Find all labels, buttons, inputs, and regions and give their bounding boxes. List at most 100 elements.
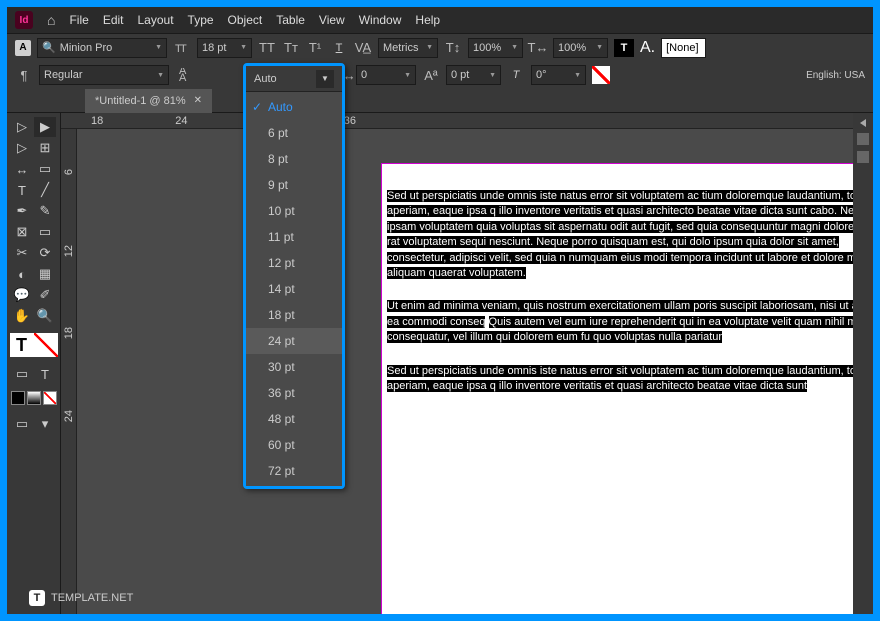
font-size-combo[interactable]: 18 pt▼: [197, 38, 252, 58]
character-formatting-icon[interactable]: A: [15, 40, 31, 56]
leading-option[interactable]: 14 pt: [246, 276, 342, 302]
direct-selection-icon[interactable]: ▷: [11, 138, 33, 158]
tracking-combo[interactable]: 0▼: [356, 65, 416, 85]
rectangle-frame-icon[interactable]: ⊠: [11, 222, 33, 242]
panel-icon[interactable]: [857, 133, 869, 145]
leading-dropdown[interactable]: Auto▼ Auto 6 pt 8 pt 9 pt 10 pt 11 pt 12…: [243, 63, 345, 489]
chevron-down-icon[interactable]: ▼: [316, 70, 334, 88]
page-tool-icon[interactable]: ⊞: [34, 138, 56, 158]
font-weight-combo[interactable]: Regular▼: [39, 65, 169, 85]
menu-object[interactable]: Object: [228, 13, 263, 27]
leading-option[interactable]: 8 pt: [246, 146, 342, 172]
free-transform-icon[interactable]: ⟳: [34, 243, 56, 263]
menu-table[interactable]: Table: [276, 13, 305, 27]
language-combo[interactable]: English: USA: [806, 70, 865, 81]
skew-combo[interactable]: 0°▼: [531, 65, 586, 85]
vertical-ruler: 6121824: [61, 129, 77, 614]
menu-view[interactable]: View: [319, 13, 345, 27]
right-panel-dock[interactable]: [853, 113, 873, 614]
paragraph-formatting-icon[interactable]: ¶: [15, 66, 33, 84]
scissors-tool-icon[interactable]: ✂: [11, 243, 33, 263]
line-tool-icon[interactable]: ╱: [34, 180, 56, 200]
hand-tool-icon[interactable]: ✋: [11, 306, 33, 326]
leading-option[interactable]: 48 pt: [246, 406, 342, 432]
skew-icon: T: [507, 66, 525, 84]
gap-tool-icon[interactable]: ↔: [11, 159, 33, 179]
superscript-icon[interactable]: T¹: [306, 39, 324, 57]
menu-window[interactable]: Window: [359, 13, 402, 27]
rectangle-tool-icon[interactable]: ▭: [34, 222, 56, 242]
menu-file[interactable]: File: [69, 13, 88, 27]
selection-tool-icon[interactable]: ▶: [34, 117, 56, 137]
leading-option[interactable]: 11 pt: [246, 224, 342, 250]
note-tool-icon[interactable]: 💬: [11, 285, 33, 305]
vscale-combo[interactable]: 100%▼: [468, 38, 523, 58]
zoom-tool-icon[interactable]: 🔍: [34, 306, 56, 326]
control-bar-row1: A 🔍 Minion Pro▼ TT 18 pt▼ TT Tᴛ T¹ T VA̲…: [7, 33, 873, 61]
stroke-indicator-icon[interactable]: [34, 333, 58, 357]
hscale-icon: T↔: [529, 39, 547, 57]
menu-type[interactable]: Type: [188, 13, 214, 27]
leading-option[interactable]: 30 pt: [246, 354, 342, 380]
leading-option[interactable]: 10 pt: [246, 198, 342, 224]
screen-mode-icon[interactable]: ▾: [34, 414, 56, 434]
leading-option[interactable]: 24 pt: [246, 328, 342, 354]
eyedropper-icon[interactable]: ✐: [34, 285, 56, 305]
fill-indicator-icon[interactable]: T: [10, 333, 34, 357]
apply-gradient-icon[interactable]: [27, 391, 41, 405]
leading-option[interactable]: 9 pt: [246, 172, 342, 198]
expand-panel-icon[interactable]: [860, 119, 866, 127]
panel-icon[interactable]: [857, 151, 869, 163]
pencil-tool-icon[interactable]: ✎: [34, 201, 56, 221]
apply-color-icon[interactable]: [11, 391, 25, 405]
hscale-combo[interactable]: 100%▼: [553, 38, 608, 58]
menu-help[interactable]: Help: [415, 13, 440, 27]
tab-bar: *Untitled-1 @ 81%✕: [7, 89, 873, 113]
format-text-icon[interactable]: T: [34, 364, 56, 384]
vscale-icon: T↕: [444, 39, 462, 57]
font-size-icon: TT: [173, 39, 191, 57]
allcaps-icon[interactable]: TT: [258, 39, 276, 57]
underline-icon[interactable]: T: [330, 39, 348, 57]
leading-option[interactable]: Auto: [246, 94, 342, 120]
leading-option[interactable]: 60 pt: [246, 432, 342, 458]
watermark: T TEMPLATE.NET: [29, 590, 133, 606]
font-family-combo[interactable]: 🔍 Minion Pro▼: [37, 38, 167, 58]
leading-option[interactable]: 72 pt: [246, 458, 342, 484]
content-collector-icon[interactable]: ▭: [34, 159, 56, 179]
kerning-combo[interactable]: Metrics▼: [378, 38, 438, 58]
grabber-icon[interactable]: ▷: [11, 117, 33, 137]
view-mode-icon[interactable]: ▭: [11, 414, 33, 434]
type-tool-icon[interactable]: T: [11, 180, 33, 200]
format-container-icon[interactable]: ▭: [11, 364, 33, 384]
close-icon[interactable]: ✕: [194, 95, 202, 106]
char-color-icon[interactable]: A.: [640, 39, 655, 57]
canvas[interactable]: 18243036 6121824 Sed ut perspiciatis und…: [61, 113, 853, 614]
menu-layout[interactable]: Layout: [138, 13, 174, 27]
home-icon[interactable]: ⌂: [47, 12, 55, 28]
leading-option-list: Auto 6 pt 8 pt 9 pt 10 pt 11 pt 12 pt 14…: [246, 92, 342, 486]
body-p3[interactable]: Sed ut perspiciatis unde omnis iste natu…: [387, 365, 853, 392]
document-tab[interactable]: *Untitled-1 @ 81%✕: [85, 89, 212, 113]
menu-edit[interactable]: Edit: [103, 13, 124, 27]
gradient-swatch-icon[interactable]: ◐: [11, 264, 33, 284]
kerning-icon: VA̲: [354, 39, 372, 57]
horizontal-ruler: 18243036: [61, 113, 853, 129]
leading-option[interactable]: 18 pt: [246, 302, 342, 328]
apply-none-icon[interactable]: [43, 391, 57, 405]
leading-option[interactable]: 12 pt: [246, 250, 342, 276]
no-stroke-icon[interactable]: [592, 66, 610, 84]
fill-text-icon[interactable]: T: [614, 39, 634, 57]
gradient-feather-icon[interactable]: ▦: [34, 264, 56, 284]
pen-tool-icon[interactable]: ✒: [11, 201, 33, 221]
page[interactable]: Sed ut perspiciatis unde omnis iste natu…: [381, 163, 853, 614]
text-frame[interactable]: Sed ut perspiciatis unde omnis iste natu…: [387, 189, 853, 412]
leading-current[interactable]: Auto▼: [246, 66, 342, 92]
body-p1[interactable]: Sed ut perspiciatis unde omnis iste natu…: [387, 190, 853, 279]
char-style-combo[interactable]: [None]: [661, 38, 706, 58]
leading-option[interactable]: 36 pt: [246, 380, 342, 406]
leading-option[interactable]: 6 pt: [246, 120, 342, 146]
menubar: Id ⌂ File Edit Layout Type Object Table …: [7, 7, 873, 33]
baseline-combo[interactable]: 0 pt▼: [446, 65, 501, 85]
smallcaps-icon[interactable]: Tᴛ: [282, 39, 300, 57]
